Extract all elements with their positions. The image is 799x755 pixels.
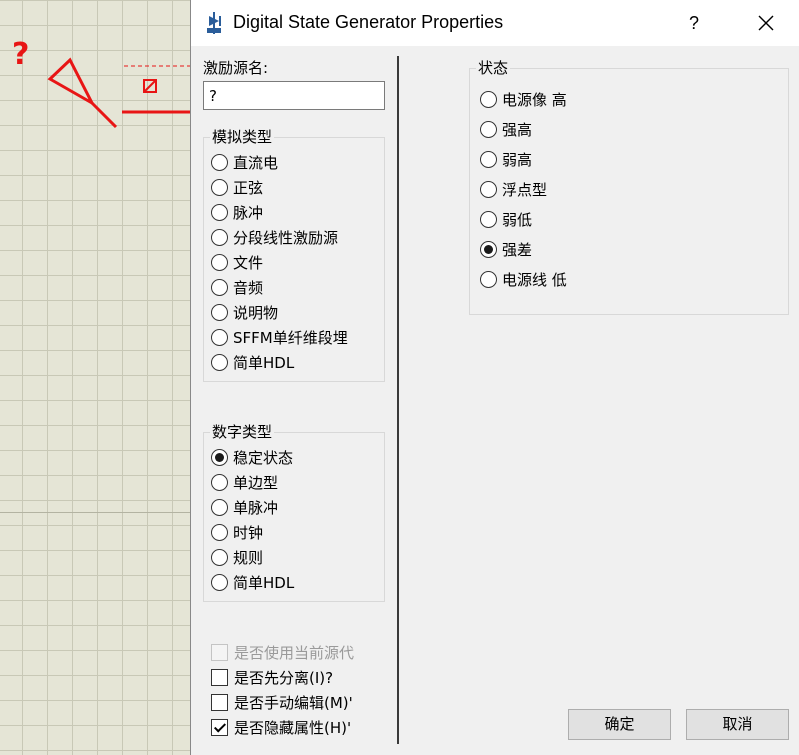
digital-type-option-label: 稳定状态 — [233, 448, 294, 467]
radio-button[interactable] — [211, 473, 228, 491]
radio-button[interactable] — [480, 210, 497, 228]
column-divider — [397, 56, 399, 744]
analog-type-title: 模拟类型 — [210, 126, 275, 147]
dialog-title: Digital State Generator Properties — [233, 12, 504, 32]
analog-type-option-label: 分段线性激励源 — [233, 228, 339, 247]
help-button[interactable]: ? — [679, 10, 709, 36]
option-checkbox-row: 是否使用当前源代 — [211, 641, 361, 663]
radio-button[interactable] — [211, 328, 228, 346]
checkbox[interactable] — [211, 693, 228, 711]
option-checkbox-row[interactable]: 是否手动编辑(M)' — [211, 691, 361, 713]
checkbox — [211, 643, 228, 661]
analog-type-option[interactable]: 文件 — [211, 251, 263, 273]
canvas-grid-line — [0, 512, 190, 513]
state-option[interactable]: 强高 — [480, 118, 532, 140]
radio-button[interactable] — [211, 153, 228, 171]
state-option-label: 电源像 高 — [502, 90, 567, 109]
digital-type-option[interactable]: 稳定状态 — [211, 446, 293, 468]
radio-button[interactable] — [211, 548, 228, 566]
digital-type-option-label: 简单HDL — [233, 573, 295, 592]
radio-button[interactable] — [480, 180, 497, 198]
radio-button[interactable] — [211, 253, 228, 271]
analog-type-option-label: 脉冲 — [233, 203, 264, 222]
radio-button[interactable] — [211, 178, 228, 196]
analog-type-option-label: 正弦 — [233, 178, 264, 197]
source-name-input[interactable] — [203, 81, 385, 110]
digital-type-option[interactable]: 简单HDL — [211, 571, 294, 593]
state-option[interactable]: 电源线 低 — [480, 268, 567, 290]
radio-button[interactable] — [211, 523, 228, 541]
analog-type-option-label: 说明物 — [233, 303, 279, 322]
generator-icon — [207, 12, 221, 34]
radio-button[interactable] — [211, 353, 228, 371]
state-option-label: 弱低 — [502, 210, 533, 229]
digital-type-option[interactable]: 规则 — [211, 546, 263, 568]
digital-type-option-label: 单边型 — [233, 473, 279, 492]
checkbox-label: 是否使用当前源代 — [234, 643, 355, 662]
radio-button[interactable] — [480, 150, 497, 168]
digital-type-option[interactable]: 时钟 — [211, 521, 263, 543]
radio-button[interactable] — [480, 120, 497, 138]
checkbox[interactable] — [211, 718, 228, 736]
digital-type-option[interactable]: 单边型 — [211, 471, 278, 493]
analog-type-option-label: 文件 — [233, 253, 264, 272]
close-icon — [758, 15, 774, 31]
checkbox[interactable] — [211, 668, 228, 686]
digital-type-option[interactable]: 单脉冲 — [211, 496, 278, 518]
radio-button[interactable] — [211, 448, 228, 466]
radio-button[interactable] — [211, 203, 228, 221]
title-bar: Digital State Generator Properties ? — [191, 0, 799, 46]
radio-button[interactable] — [480, 270, 497, 288]
properties-dialog: Digital State Generator Properties ? 激励源… — [190, 0, 799, 755]
analog-type-option[interactable]: 音频 — [211, 276, 263, 298]
state-option[interactable]: 浮点型 — [480, 178, 547, 200]
state-option-label: 强差 — [502, 240, 533, 259]
analog-type-option[interactable]: 说明物 — [211, 301, 278, 323]
radio-button[interactable] — [211, 278, 228, 296]
radio-button[interactable] — [211, 303, 228, 321]
state-option[interactable]: 强差 — [480, 238, 532, 260]
source-name-label: 激励源名: — [203, 59, 269, 77]
state-option-label: 浮点型 — [502, 180, 548, 199]
digital-type-option-label: 单脉冲 — [233, 498, 279, 517]
state-option[interactable]: 弱高 — [480, 148, 532, 170]
digital-type-option-label: 时钟 — [233, 523, 264, 542]
radio-button[interactable] — [211, 498, 228, 516]
analog-type-option[interactable]: 正弦 — [211, 176, 263, 198]
analog-type-option[interactable]: 脉冲 — [211, 201, 263, 223]
analog-type-option[interactable]: 直流电 — [211, 151, 278, 173]
analog-type-option-label: 简单HDL — [233, 353, 295, 372]
state-option-label: 电源线 低 — [502, 270, 567, 289]
analog-type-option-label: 音频 — [233, 278, 264, 297]
analog-type-option[interactable]: SFFM单纤维段埋 — [211, 326, 348, 348]
analog-type-option[interactable]: 简单HDL — [211, 351, 294, 373]
state-title: 状态 — [476, 57, 511, 78]
option-checkbox-row[interactable]: 是否隐藏属性(H)' — [211, 716, 361, 738]
state-option[interactable]: 弱低 — [480, 208, 532, 230]
checkbox-label: 是否隐藏属性(H)' — [234, 718, 352, 737]
analog-type-option-label: 直流电 — [233, 153, 279, 172]
analog-type-option-label: SFFM单纤维段埋 — [233, 328, 348, 347]
ok-button[interactable]: 确定 — [568, 709, 671, 740]
close-button[interactable] — [746, 8, 786, 38]
cancel-button[interactable]: 取消 — [686, 709, 789, 740]
radio-button[interactable] — [480, 240, 497, 258]
radio-button[interactable] — [211, 573, 228, 591]
state-option-label: 强高 — [502, 120, 533, 139]
radio-button[interactable] — [480, 90, 497, 108]
state-option-label: 弱高 — [502, 150, 533, 169]
state-option[interactable]: 电源像 高 — [480, 88, 567, 110]
digital-type-option-label: 规则 — [233, 548, 264, 567]
radio-button[interactable] — [211, 228, 228, 246]
analog-type-option[interactable]: 分段线性激励源 — [211, 226, 338, 248]
option-checkbox-row[interactable]: 是否先分离(I)? — [211, 666, 361, 688]
checkbox-label: 是否手动编辑(M)' — [234, 693, 353, 712]
checkbox-label: 是否先分离(I)? — [234, 668, 334, 687]
generator-symbol[interactable] — [0, 0, 190, 140]
digital-type-title: 数字类型 — [210, 421, 275, 442]
